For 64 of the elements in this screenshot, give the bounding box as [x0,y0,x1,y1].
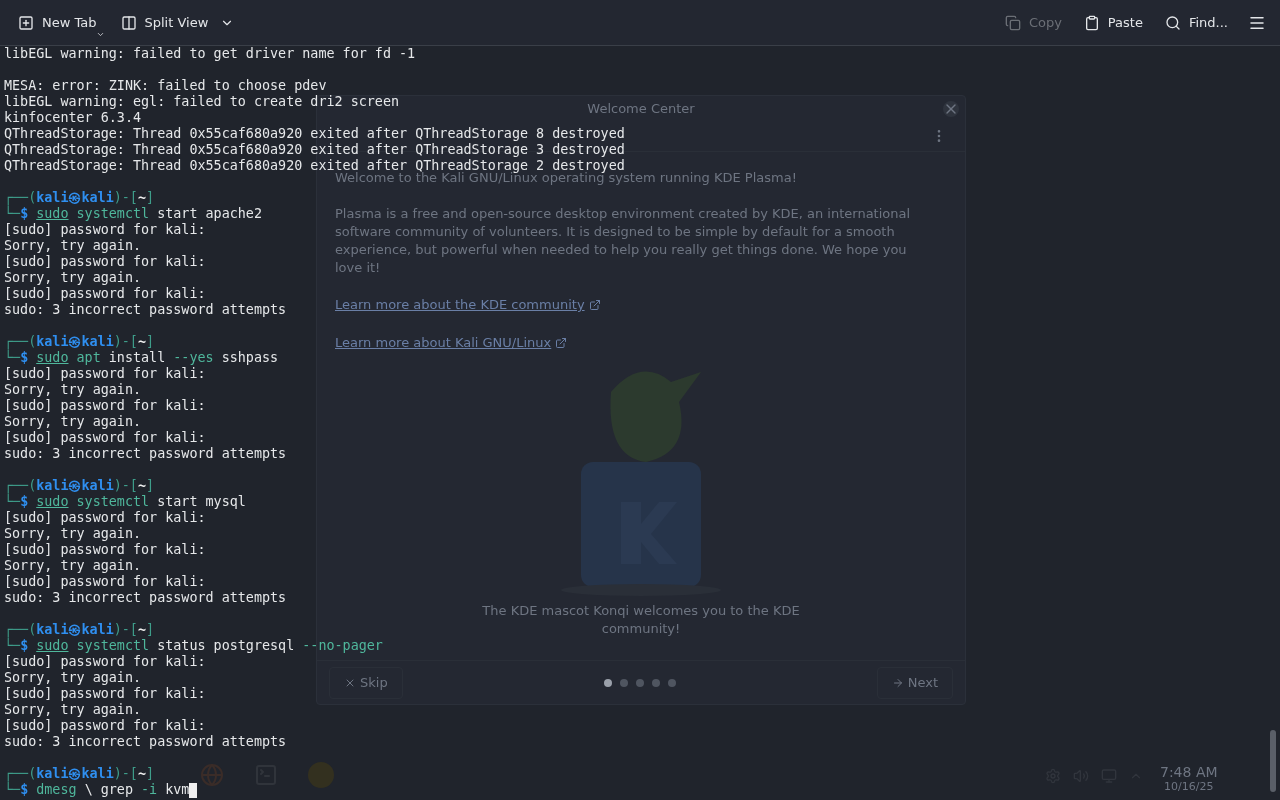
output-line: [sudo] password for kali: [4,718,206,733]
output-line: [sudo] password for kali: [4,654,206,669]
prompt-line: ┌──(kali㉿kali)-[~] [4,334,155,350]
output-line: QThreadStorage: Thread 0x55caf680a920 exited after QThreadStorage 8 destroyed [4,126,625,141]
prompt-line: ┌──(kali㉿kali)-[~] [4,478,155,494]
output-line: libEGL warning: egl: failed to create dri2 screen [4,94,400,109]
output-line: Sorry, try again. [4,414,142,429]
close-icon[interactable] [943,101,959,117]
output-line: [sudo] password for kali: [4,366,206,381]
output-line: sudo: 3 incorrect password attempts [4,302,287,317]
clock-time: 7:48 AM [1160,764,1218,780]
command-line: └─$ dmesg \ grep -i kvm [4,782,190,798]
output-line: [sudo] password for kali: [4,286,206,301]
search-icon [1164,14,1181,31]
copy-icon [1004,14,1021,31]
clock-date: 10/16/25 [1164,780,1214,793]
command-line: └─$ sudo systemctl start mysql [4,494,246,510]
output-line: [sudo] password for kali: [4,398,206,413]
output-line: Sorry, try again. [4,702,142,717]
prompt-line: ┌──(kali㉿kali)-[~] [4,766,155,782]
external-link-icon [555,336,568,349]
prompt-line: ┌──(kali㉿kali)-[~] [4,190,155,206]
output-line: MESA: error: ZINK: failed to choose pdev [4,78,327,93]
output-line: sudo: 3 incorrect password attempts [4,734,287,749]
output-line: [sudo] password for kali: [4,222,206,237]
output-line: [sudo] password for kali: [4,510,206,525]
output-line: [sudo] password for kali: [4,430,206,445]
output-line: [sudo] password for kali: [4,542,206,557]
prompt-line: ┌──(kali㉿kali)-[~] [4,622,155,638]
external-link-icon [588,299,601,312]
split-view-button[interactable]: Split View [112,6,243,39]
clipboard-icon [1083,14,1100,31]
mascot-caption: The KDE mascot Konqi welcomes you to the KDE community! [481,602,801,639]
window-title: Welcome Center [587,99,695,118]
external-link[interactable]: Learn more about the KDE community [335,295,585,315]
external-link[interactable]: Learn more about Kali GNU/Linux [335,332,552,353]
find-button[interactable]: Find... [1156,6,1236,39]
output-line: kinfocenter 6.3.4 [4,110,142,125]
output-line: [sudo] password for kali: [4,574,206,589]
arrow-right-icon [891,676,904,689]
output-line: [sudo] password for kali: [4,686,206,701]
paste-button[interactable]: Paste [1075,6,1151,39]
output-line: sudo: 3 incorrect password attempts [4,590,287,605]
description-paragraph: Plasma is a free and open-source desktop environment created by KDE, an international software community of volunteers. It is designed to be simple by default for a smooth experience, but powerful when needed to help you really get things done. We hope you love it! [335,205,912,278]
output-line: Sorry, try again. [4,558,142,573]
browser-icon[interactable] [200,763,224,787]
new-tab-button[interactable]: New Tab [10,6,105,39]
split-view-icon [120,14,137,31]
command-line: └─$ sudo systemctl start apache2 [4,206,262,222]
next-button[interactable]: Next [876,666,953,699]
output-line: sudo: 3 incorrect password attempts [4,446,287,461]
output-line: Sorry, try again. [4,526,142,541]
scrollbar[interactable] [1270,730,1276,792]
output-line: QThreadStorage: Thread 0x55caf680a920 exited after QThreadStorage 3 destroyed [4,142,625,157]
skip-button[interactable]: Skip [329,666,403,699]
output-line: Sorry, try again. [4,670,142,685]
output-line: Sorry, try again. [4,270,142,285]
output-line: Sorry, try again. [4,238,142,253]
output-line: Sorry, try again. [4,382,142,397]
command-line: └─$ sudo systemctl status postgresql --no-pager [4,638,383,654]
new-tab-icon [18,14,34,31]
output-line: [sudo] password for kali: [4,254,206,269]
output-line: libEGL warning: failed to get driver name for fd -1 [4,46,416,61]
command-line: └─$ sudo apt install --yes sshpass [4,350,279,366]
